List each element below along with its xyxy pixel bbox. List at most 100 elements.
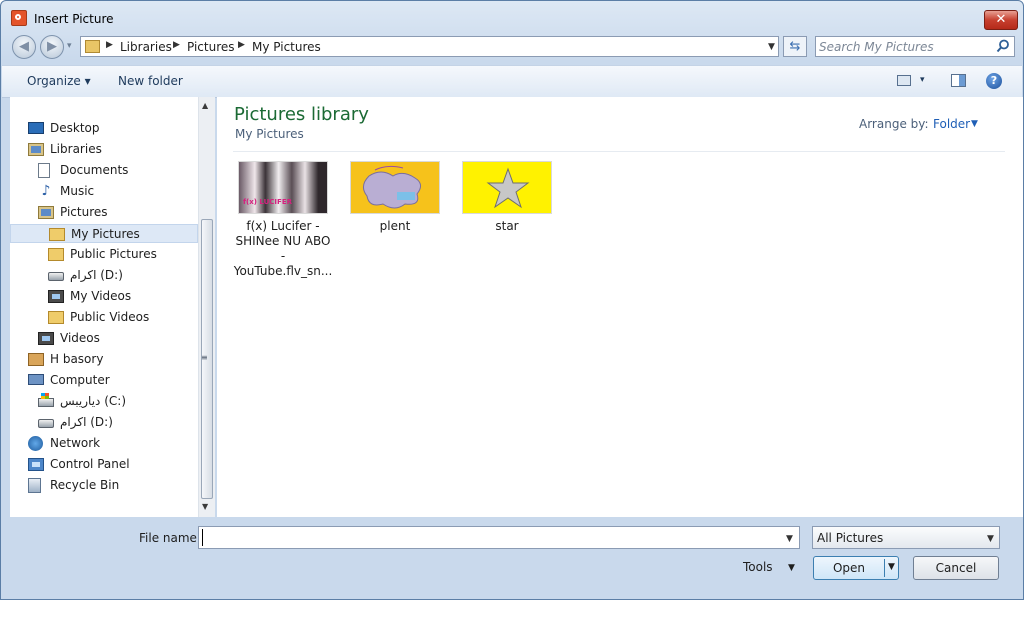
- tree-item[interactable]: Public Pictures: [10, 245, 198, 264]
- window-title: Insert Picture: [34, 12, 114, 26]
- tree-item[interactable]: H basory: [10, 350, 198, 369]
- tree-item-label: Public Pictures: [70, 247, 157, 261]
- grip-icon: ≡: [201, 353, 208, 362]
- chevron-right-icon[interactable]: ▶: [238, 40, 245, 50]
- tree-item[interactable]: Control Panel: [10, 455, 198, 474]
- chevron-down-icon[interactable]: ▼: [888, 562, 895, 572]
- tree-item-label: دياريبس (C:): [60, 394, 127, 408]
- breadcrumb-libraries[interactable]: Libraries: [120, 40, 172, 54]
- file-type-select[interactable]: All Pictures ▼: [812, 526, 1000, 549]
- file-list-pane: Pictures library My Pictures Arrange by:…: [217, 97, 1023, 517]
- title-bar: Insert Picture ✕: [1, 1, 1023, 31]
- tree-item[interactable]: Libraries: [10, 140, 198, 159]
- search-input[interactable]: [819, 38, 989, 55]
- drawing-thumbnail: [350, 161, 440, 214]
- chevron-down-icon[interactable]: ▼: [786, 534, 793, 544]
- tree-item[interactable]: Public Videos: [10, 308, 198, 327]
- view-icon[interactable]: [897, 75, 911, 86]
- tree-item[interactable]: My Videos: [10, 287, 198, 306]
- tree-item[interactable]: Computer: [10, 371, 198, 390]
- tree-item[interactable]: Pictures: [10, 203, 198, 222]
- tree-item[interactable]: My Pictures: [10, 224, 198, 243]
- divider: [233, 151, 1005, 152]
- tree-item-label: Pictures: [60, 205, 108, 219]
- tree-item[interactable]: Network: [10, 434, 198, 453]
- back-button[interactable]: ◀: [12, 35, 36, 59]
- file-name-line: YouTube.flv_sn...: [233, 264, 333, 278]
- dialog-window: Insert Picture ✕ ◀ ▶ ▾ ▶ Libraries ▶ Pic…: [0, 0, 1024, 600]
- tree-item[interactable]: Recycle Bin: [10, 476, 198, 495]
- tree-item-label: Computer: [50, 373, 110, 387]
- tools-button[interactable]: Tools: [743, 560, 773, 574]
- drive-icon: [38, 419, 54, 428]
- tree-item-label: Control Panel: [50, 457, 130, 471]
- recycle-bin-icon: [28, 478, 41, 493]
- view-dropdown[interactable]: ▾: [920, 75, 925, 85]
- music-icon: ♪: [41, 183, 51, 199]
- breadcrumb-pictures[interactable]: Pictures: [187, 40, 235, 54]
- chevron-down-icon[interactable]: ▼: [788, 563, 795, 573]
- organize-button[interactable]: Organize ▾: [27, 74, 91, 88]
- recent-pages-dropdown[interactable]: ▾: [67, 41, 72, 51]
- system-drive-icon: [38, 393, 54, 407]
- new-folder-button[interactable]: New folder: [118, 74, 183, 88]
- chevron-down-icon[interactable]: ▼: [987, 534, 994, 544]
- file-name-line: f(x) Lucifer -: [246, 219, 320, 233]
- refresh-button[interactable]: ⇆: [783, 36, 807, 57]
- navigation-pane: Desktop Libraries Documents ♪ Music Pictures M…: [10, 97, 198, 517]
- file-name-input[interactable]: [202, 529, 778, 546]
- tree-item-label: اكرام (D:): [60, 415, 113, 429]
- file-name-combobox[interactable]: ▼: [198, 526, 800, 549]
- open-button-label: Open: [832, 561, 866, 575]
- library-subtitle: My Pictures: [235, 127, 304, 141]
- navigation-scrollbar[interactable]: ▲ ≡ ▼: [198, 97, 215, 517]
- chevron-down-icon[interactable]: ▼: [971, 119, 978, 129]
- app-icon: [11, 10, 27, 26]
- chevron-right-icon[interactable]: ▶: [173, 40, 180, 50]
- command-toolbar: Organize ▾ New folder ▾ ?: [2, 65, 1022, 98]
- address-bar[interactable]: ▶ Libraries ▶ Pictures ▶ My Pictures ▼: [80, 36, 779, 57]
- help-icon[interactable]: ?: [986, 73, 1002, 89]
- preview-pane-icon[interactable]: [951, 74, 966, 87]
- file-name-line: SHINee NU ABO: [235, 234, 331, 248]
- arrange-by-label: Arrange by:: [859, 117, 929, 131]
- scroll-up-arrow-icon[interactable]: ▲: [202, 101, 208, 110]
- tree-item[interactable]: Documents: [10, 161, 198, 180]
- tree-item[interactable]: Desktop: [10, 119, 198, 138]
- file-type-value: All Pictures: [817, 531, 884, 545]
- folder-icon: [48, 248, 64, 261]
- photo-thumbnail: f(x) LUCIFER: [238, 161, 328, 214]
- library-title: Pictures library: [234, 104, 369, 125]
- tree-item-label: Recycle Bin: [50, 478, 120, 492]
- library-icon: [28, 143, 44, 156]
- search-box[interactable]: [815, 36, 1015, 57]
- arrange-by-dropdown[interactable]: Folder: [933, 117, 970, 131]
- tree-item-label: Music: [60, 184, 95, 198]
- close-button[interactable]: ✕: [984, 10, 1018, 30]
- tree-item[interactable]: ♪ Music: [10, 182, 198, 201]
- tree-item[interactable]: اكرام (D:): [10, 266, 198, 285]
- tree-item[interactable]: Videos: [10, 329, 198, 348]
- cancel-button[interactable]: Cancel: [913, 556, 999, 580]
- chevron-right-icon[interactable]: ▶: [106, 40, 113, 50]
- tree-item-label: Public Videos: [70, 310, 150, 324]
- computer-icon: [28, 374, 44, 385]
- folder-icon: [48, 311, 64, 324]
- search-icon[interactable]: [996, 39, 1010, 53]
- file-name: plent: [379, 219, 411, 233]
- forward-button[interactable]: ▶: [40, 35, 64, 59]
- tree-item[interactable]: اكرام (D:): [10, 413, 198, 432]
- chevron-down-icon[interactable]: ▼: [768, 42, 775, 52]
- file-name: star: [495, 219, 519, 233]
- open-button[interactable]: Open ▼: [813, 556, 899, 580]
- scroll-down-arrow-icon[interactable]: ▼: [202, 502, 208, 511]
- tree-item-label: Libraries: [50, 142, 102, 156]
- tree-item[interactable]: دياريبس (C:): [10, 392, 198, 411]
- cancel-button-label: Cancel: [935, 561, 977, 575]
- tree-item-label: اكرام (D:): [70, 268, 123, 282]
- videos-icon: [38, 332, 54, 345]
- document-icon: [38, 163, 50, 178]
- tree-item-label: Network: [50, 436, 101, 450]
- folder-icon: [49, 228, 65, 241]
- breadcrumb-my-pictures[interactable]: My Pictures: [252, 40, 321, 54]
